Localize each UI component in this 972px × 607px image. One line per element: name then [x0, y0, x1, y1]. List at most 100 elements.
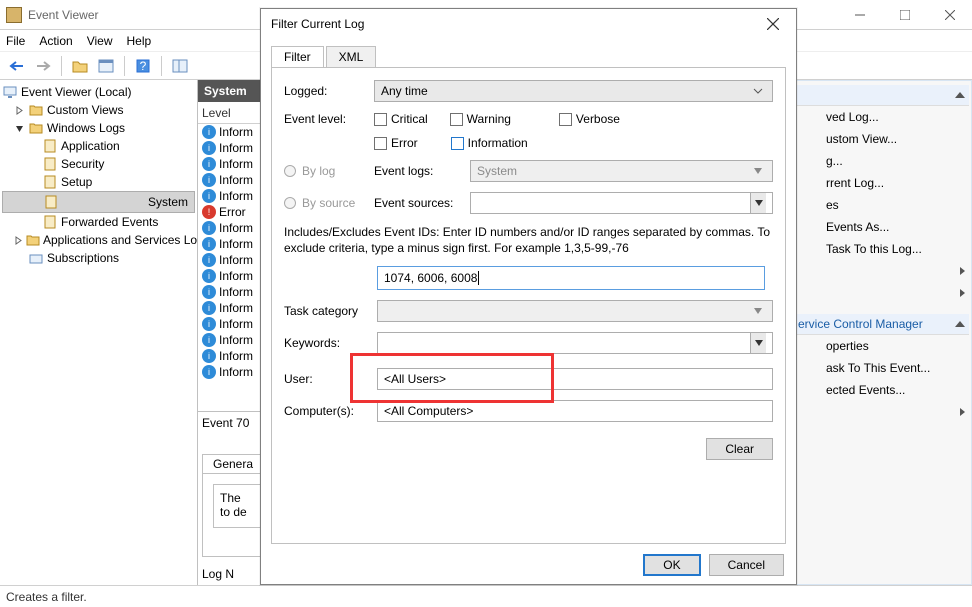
tree-custom-views[interactable]: Custom Views — [2, 101, 195, 119]
action-icon — [806, 242, 820, 256]
action-item[interactable]: Events As... — [794, 216, 969, 238]
computers-input[interactable]: <All Computers> — [377, 400, 773, 422]
info-icon: i — [202, 237, 216, 251]
tab-general[interactable]: Genera — [202, 454, 264, 473]
action-item[interactable]: es — [794, 194, 969, 216]
action-icon — [806, 110, 820, 124]
menu-help[interactable]: Help — [127, 34, 152, 48]
event-ids-input[interactable]: 1074, 6006, 6008 — [377, 266, 765, 290]
label-logged: Logged: — [284, 84, 374, 98]
label-user: User: — [284, 372, 374, 386]
action-expand-3[interactable] — [794, 401, 969, 423]
action-item[interactable]: ustom View... — [794, 128, 969, 150]
tree-windows-logs[interactable]: Windows Logs — [2, 119, 195, 137]
monitor-icon — [2, 84, 18, 100]
clear-button[interactable]: Clear — [706, 438, 773, 460]
label-bylog: By log — [302, 164, 335, 178]
tree-forwarded[interactable]: Forwarded Events — [2, 213, 195, 231]
collapse-icon[interactable] — [14, 123, 25, 134]
filter-panel: Logged: Any time Event level: Critical W… — [271, 67, 786, 544]
panel-icon[interactable] — [169, 55, 191, 77]
dialog-close-button[interactable] — [760, 11, 786, 37]
chevron-up-icon[interactable] — [955, 92, 965, 98]
folder-icon — [28, 102, 44, 118]
action-icon — [806, 132, 820, 146]
logged-select[interactable]: Any time — [374, 80, 773, 102]
folder-icon — [26, 232, 40, 248]
log-icon — [42, 156, 58, 172]
info-icon: i — [202, 317, 216, 331]
task-select — [377, 300, 773, 322]
info-icon: i — [202, 349, 216, 363]
forward-button[interactable] — [32, 55, 54, 77]
properties-icon[interactable] — [95, 55, 117, 77]
navigation-tree[interactable]: Event Viewer (Local) Custom Views Window… — [0, 80, 198, 585]
tab-xml[interactable]: XML — [326, 46, 377, 67]
log-icon — [43, 194, 59, 210]
chevron-right-icon — [960, 267, 965, 275]
user-input[interactable]: <All Users> — [377, 368, 773, 390]
label-eventlogs: Event logs: — [374, 164, 470, 178]
filter-dialog: Filter Current Log Filter XML Logged: An… — [260, 8, 797, 585]
chk-verbose[interactable]: Verbose — [559, 112, 620, 126]
actions-group-hdr2[interactable]: ervice Control Manager — [794, 314, 969, 335]
tab-filter[interactable]: Filter — [271, 46, 324, 67]
menu-view[interactable]: View — [87, 34, 113, 48]
action-icon — [806, 383, 820, 397]
expand-icon[interactable] — [14, 235, 23, 246]
dialog-titlebar: Filter Current Log — [261, 9, 796, 39]
radio-bylog — [284, 165, 296, 177]
tree-system[interactable]: System — [2, 191, 195, 213]
action-item[interactable]: ask To This Event... — [794, 357, 969, 379]
action-item[interactable]: ected Events... — [794, 379, 969, 401]
tree-apps-services[interactable]: Applications and Services Lo — [2, 231, 195, 249]
minimize-button[interactable] — [837, 0, 882, 30]
actions-body: . ved Log...ustom View...g...rrent Log..… — [791, 80, 972, 585]
chevron-up-icon[interactable] — [955, 321, 965, 327]
eventsources-select[interactable] — [470, 192, 773, 214]
menu-action[interactable]: Action — [39, 34, 72, 48]
expand-icon[interactable] — [14, 105, 25, 116]
chevron-down-icon — [750, 88, 766, 94]
dropdown-icon — [750, 308, 766, 314]
tree-security[interactable]: Security — [2, 155, 195, 173]
chk-critical[interactable]: Critical — [374, 112, 428, 126]
keywords-select[interactable] — [377, 332, 773, 354]
dialog-title: Filter Current Log — [271, 17, 760, 31]
ok-button[interactable]: OK — [643, 554, 700, 576]
help-text: Includes/Excludes Event IDs: Enter ID nu… — [284, 224, 773, 256]
chk-information[interactable]: Information — [451, 136, 528, 150]
chk-error[interactable]: Error — [374, 136, 418, 150]
action-icon — [806, 361, 820, 375]
tree-setup[interactable]: Setup — [2, 173, 195, 191]
action-icon — [806, 176, 820, 190]
action-expand-2[interactable] — [794, 282, 969, 304]
cancel-button[interactable]: Cancel — [709, 554, 784, 576]
help-icon[interactable]: ? — [132, 55, 154, 77]
action-item[interactable]: rrent Log... — [794, 172, 969, 194]
action-icon — [806, 198, 820, 212]
label-keywords: Keywords: — [284, 336, 374, 350]
action-expand-1[interactable] — [794, 260, 969, 282]
label-level: Event level: — [284, 112, 374, 126]
chk-warning[interactable]: Warning — [450, 112, 511, 126]
folder-icon[interactable] — [69, 55, 91, 77]
app-icon — [6, 7, 22, 23]
tree-root[interactable]: Event Viewer (Local) — [2, 83, 195, 101]
action-item[interactable]: g... — [794, 150, 969, 172]
action-item[interactable]: ved Log... — [794, 106, 969, 128]
close-button[interactable] — [927, 0, 972, 30]
menu-file[interactable]: File — [6, 34, 25, 48]
action-item[interactable]: Task To this Log... — [794, 238, 969, 260]
log-icon — [42, 138, 58, 154]
info-icon: i — [202, 189, 216, 203]
action-item[interactable]: operties — [794, 335, 969, 357]
radio-bysource[interactable] — [284, 197, 296, 209]
tree-application[interactable]: Application — [2, 137, 195, 155]
tree-subscriptions[interactable]: Subscriptions — [2, 249, 195, 267]
info-icon: i — [202, 269, 216, 283]
eventlogs-select: System — [470, 160, 773, 182]
back-button[interactable] — [6, 55, 28, 77]
status-bar: Creates a filter. — [0, 585, 972, 607]
maximize-button[interactable] — [882, 0, 927, 30]
